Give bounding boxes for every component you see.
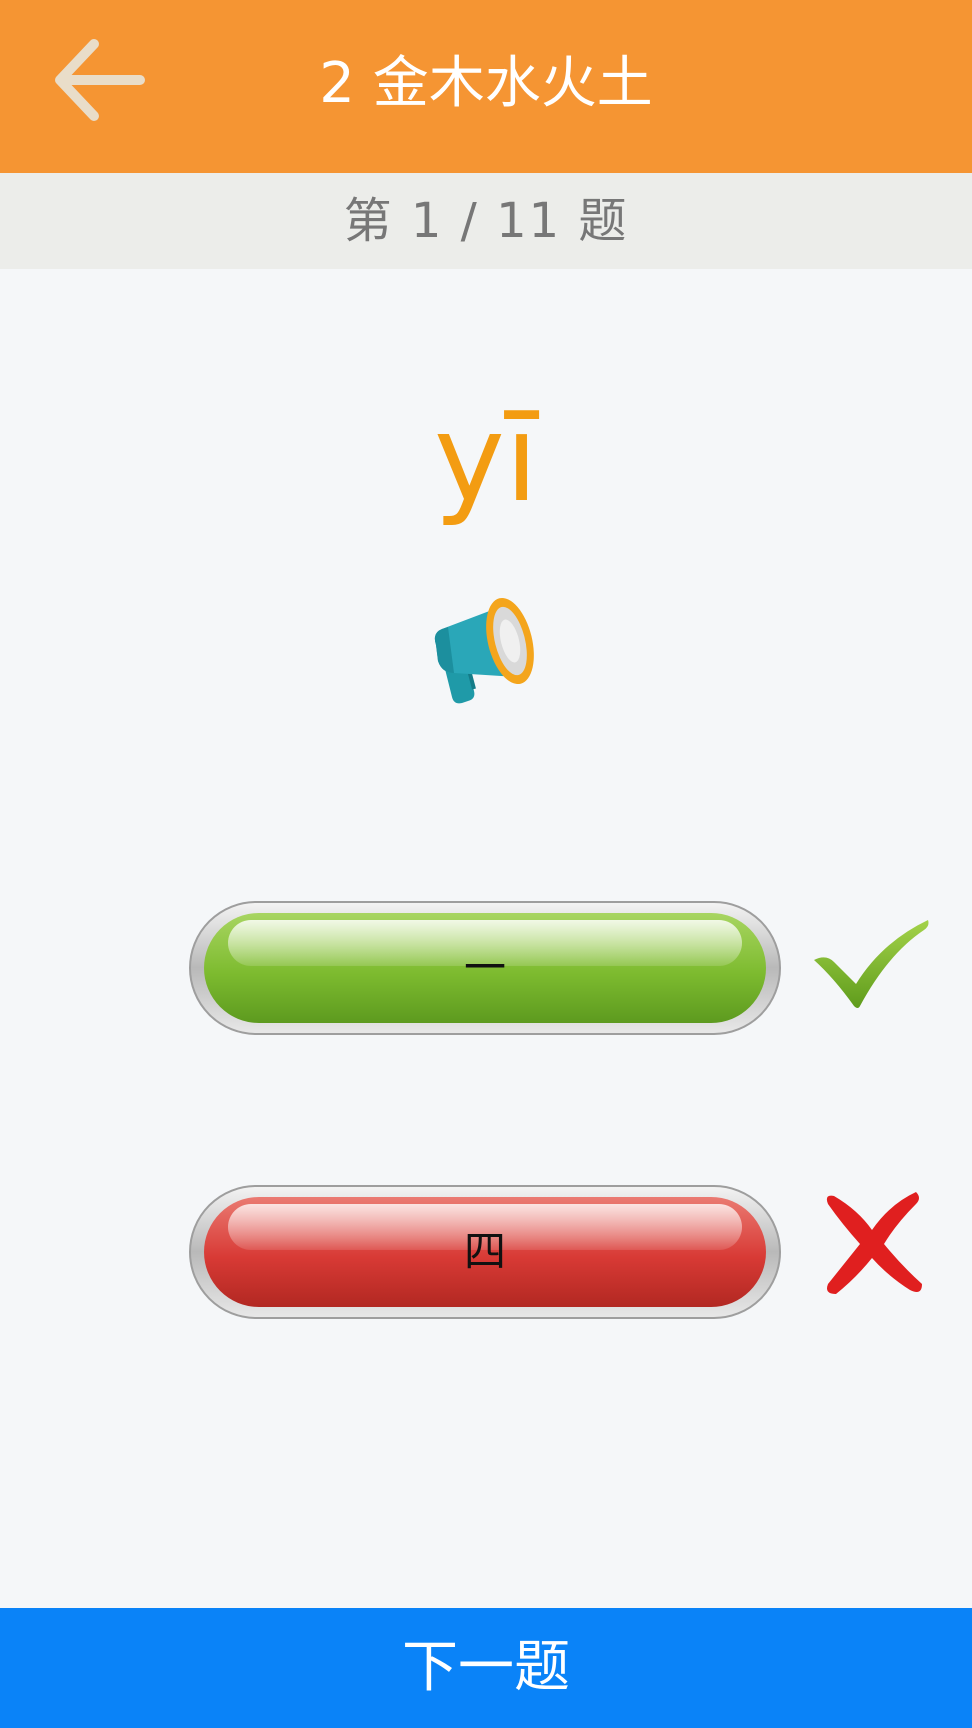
app-header: 2 金木水火土 — [0, 0, 972, 173]
cross-mark-icon — [826, 1192, 922, 1294]
check-mark-icon — [814, 920, 929, 1008]
answer-option-1[interactable]: 一 — [188, 900, 782, 1036]
pinyin-prompt: yī — [433, 390, 539, 529]
wrong-indicator — [818, 1190, 926, 1298]
option-label: 一 — [463, 943, 506, 992]
megaphone-icon — [434, 597, 534, 704]
play-audio-button[interactable] — [428, 585, 544, 709]
page-title: 2 金木水火土 — [319, 51, 653, 116]
question-progress: 第 1 / 11 题 — [0, 173, 972, 269]
answer-option-2[interactable]: 四 — [188, 1184, 782, 1320]
option-label: 四 — [463, 1227, 506, 1276]
next-question-button[interactable]: 下一题 — [0, 1608, 972, 1728]
correct-indicator — [812, 916, 932, 1012]
